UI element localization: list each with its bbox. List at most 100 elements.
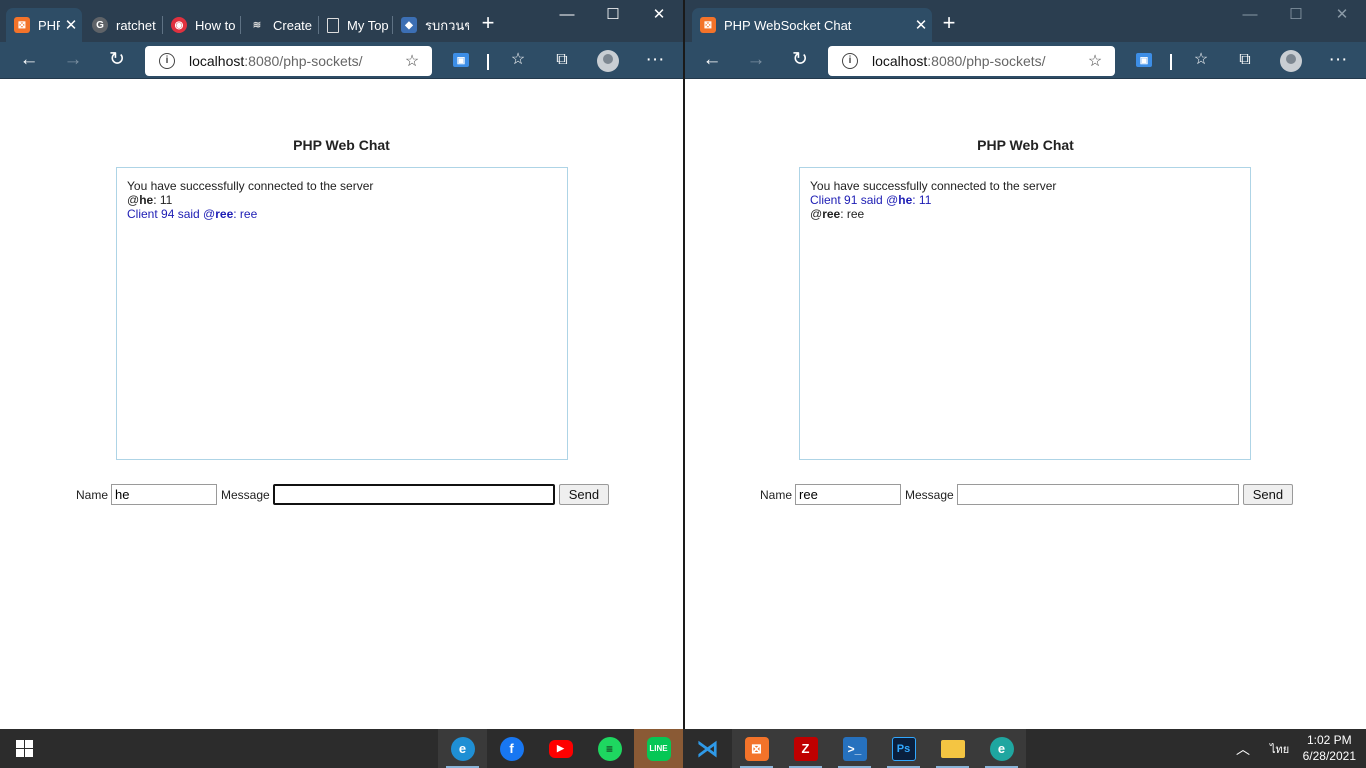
minimize-button[interactable]: — — [544, 0, 590, 32]
tab-label: PHP — [38, 17, 60, 33]
chat-message: Client 91 said @he: 11 — [810, 193, 932, 207]
clock-time: 1:02 PM — [1306, 733, 1352, 747]
browser-window-left: ⊠ PHP ✕ G ratchet ◉ How to ≋ Create My T… — [0, 0, 683, 729]
taskbar-edge-dev[interactable]: e — [977, 729, 1026, 768]
address-bar[interactable]: i localhost:8080/php-sockets/ ☆ — [828, 46, 1115, 76]
refresh-button[interactable]: ↻ — [785, 46, 815, 76]
extension-icon[interactable]: ▣ — [1136, 53, 1152, 67]
profile-avatar[interactable] — [1280, 50, 1302, 72]
name-input[interactable] — [795, 484, 902, 505]
taskbar-powershell[interactable]: >_ — [830, 729, 879, 768]
tab-my-top[interactable]: My Top — [319, 8, 391, 42]
tab-thai-forum[interactable]: ◆ รบกวนช — [393, 8, 469, 42]
taskbar-edge[interactable]: e — [438, 729, 487, 768]
tab-how-to[interactable]: ◉ How to — [163, 8, 241, 42]
input-language[interactable]: ไทย — [1270, 729, 1289, 768]
show-hidden-icons[interactable]: ︿ — [1236, 729, 1250, 768]
taskbar-youtube[interactable]: ▶ — [536, 729, 585, 768]
tab-php-websocket-chat[interactable]: ⊠ PHP WebSocket Chat ✕ — [692, 8, 932, 42]
start-button[interactable] — [0, 729, 48, 768]
message-label: Message — [221, 487, 270, 502]
tab-label: Create — [273, 17, 313, 33]
send-button[interactable]: Send — [1242, 484, 1294, 505]
edge-icon: e — [450, 736, 475, 761]
site-info-icon[interactable]: i — [842, 53, 858, 69]
extension-icon[interactable]: ▣ — [453, 53, 469, 67]
windows-icon — [15, 740, 33, 757]
system-clock[interactable]: 1:02 PM 6/28/2021 — [1303, 732, 1356, 764]
profile-avatar[interactable] — [597, 50, 619, 72]
browser-toolbar: ← → ↻ i localhost:8080/php-sockets/ ☆ ▣ … — [0, 42, 683, 79]
thaiforum-icon: ◆ — [401, 17, 417, 33]
close-tab-icon[interactable]: ✕ — [60, 16, 82, 34]
forward-button[interactable]: → — [741, 46, 771, 76]
tab-create[interactable]: ≋ Create — [241, 8, 319, 42]
chat-form: Name Message Send — [76, 484, 610, 505]
maximize-button[interactable]: ☐ — [590, 0, 636, 32]
edge-dev-icon: e — [989, 736, 1014, 761]
send-button[interactable]: Send — [558, 484, 610, 505]
taskbar-facebook[interactable]: f — [487, 729, 536, 768]
chat-message: @he: 11 — [127, 193, 173, 207]
xampp-icon: ⊠ — [700, 17, 716, 33]
minimize-button[interactable]: — — [1227, 0, 1273, 32]
spotify-icon: ≡ — [597, 736, 622, 761]
taskbar-spotify[interactable]: ≡ — [585, 729, 634, 768]
favorites-icon[interactable]: ☆ — [503, 46, 533, 76]
url-text: localhost:8080/php-sockets/ — [872, 53, 1046, 69]
taskbar-filezilla[interactable]: Z — [781, 729, 830, 768]
message-label: Message — [905, 487, 954, 502]
chat-log: You have successfully connected to the s… — [799, 167, 1251, 460]
taskbar-vscode[interactable]: ⋊ — [683, 729, 732, 768]
chat-message: Client 94 said @ree: ree — [127, 207, 258, 221]
chat-form: Name Message Send — [760, 484, 1294, 505]
more-menu-icon[interactable]: ··· — [640, 46, 670, 76]
new-tab-button[interactable]: + — [935, 10, 963, 38]
collections-icon[interactable]: ⧉ — [547, 46, 577, 76]
photoshop-icon: Ps — [891, 736, 916, 761]
tab-label: How to — [195, 17, 236, 33]
close-window-button[interactable]: ✕ — [636, 0, 682, 32]
toolbar-divider — [487, 54, 489, 70]
tab-label: รบกวนช — [425, 17, 469, 33]
tab-ratchet[interactable]: G ratchet — [84, 8, 162, 42]
chat-message: @ree: ree — [810, 207, 865, 221]
refresh-button[interactable]: ↻ — [102, 46, 132, 76]
new-tab-button[interactable]: + — [474, 10, 502, 38]
forward-button[interactable]: → — [58, 46, 88, 76]
collections-icon[interactable]: ⧉ — [1230, 46, 1260, 76]
page-content: PHP Web Chat You have successfully conne… — [0, 79, 683, 729]
tab-label: PHP WebSocket Chat — [724, 17, 852, 33]
message-input[interactable] — [272, 484, 555, 505]
add-favorite-icon[interactable]: ☆ — [1085, 51, 1105, 71]
url-text: localhost:8080/php-sockets/ — [189, 53, 363, 69]
browser-toolbar: ← → ↻ i localhost:8080/php-sockets/ ☆ ▣ … — [685, 42, 1366, 79]
favorites-icon[interactable]: ☆ — [1186, 46, 1216, 76]
close-tab-icon[interactable]: ✕ — [910, 16, 932, 34]
maximize-button[interactable]: ☐ — [1273, 0, 1319, 32]
back-button[interactable]: ← — [14, 46, 44, 76]
site-info-icon[interactable]: i — [159, 53, 175, 69]
tab-php-chat[interactable]: ⊠ PHP ✕ — [6, 8, 82, 42]
name-input[interactable] — [111, 484, 218, 505]
google-icon: G — [92, 17, 108, 33]
xampp-icon: ⊠ — [14, 17, 30, 33]
line-icon: LINE — [646, 736, 671, 761]
facebook-icon: f — [499, 736, 524, 761]
filezilla-icon: Z — [793, 736, 818, 761]
taskbar-line[interactable]: LINE — [634, 729, 683, 768]
page-title: PHP Web Chat — [293, 137, 390, 153]
add-favorite-icon[interactable]: ☆ — [402, 51, 422, 71]
taskbar-photoshop[interactable]: Ps — [879, 729, 928, 768]
address-bar[interactable]: i localhost:8080/php-sockets/ ☆ — [145, 46, 432, 76]
message-input[interactable] — [956, 484, 1239, 505]
more-menu-icon[interactable]: ··· — [1323, 46, 1353, 76]
back-button[interactable]: ← — [697, 46, 727, 76]
close-window-button[interactable]: ✕ — [1319, 0, 1365, 32]
page-title: PHP Web Chat — [977, 137, 1074, 153]
taskbar-xampp[interactable]: ⊠ — [732, 729, 781, 768]
tab-strip: ⊠ PHP ✕ G ratchet ◉ How to ≋ Create My T… — [0, 0, 683, 42]
name-label: Name — [760, 487, 793, 502]
chat-log: You have successfully connected to the s… — [116, 167, 568, 460]
taskbar-file-explorer[interactable] — [928, 729, 977, 768]
